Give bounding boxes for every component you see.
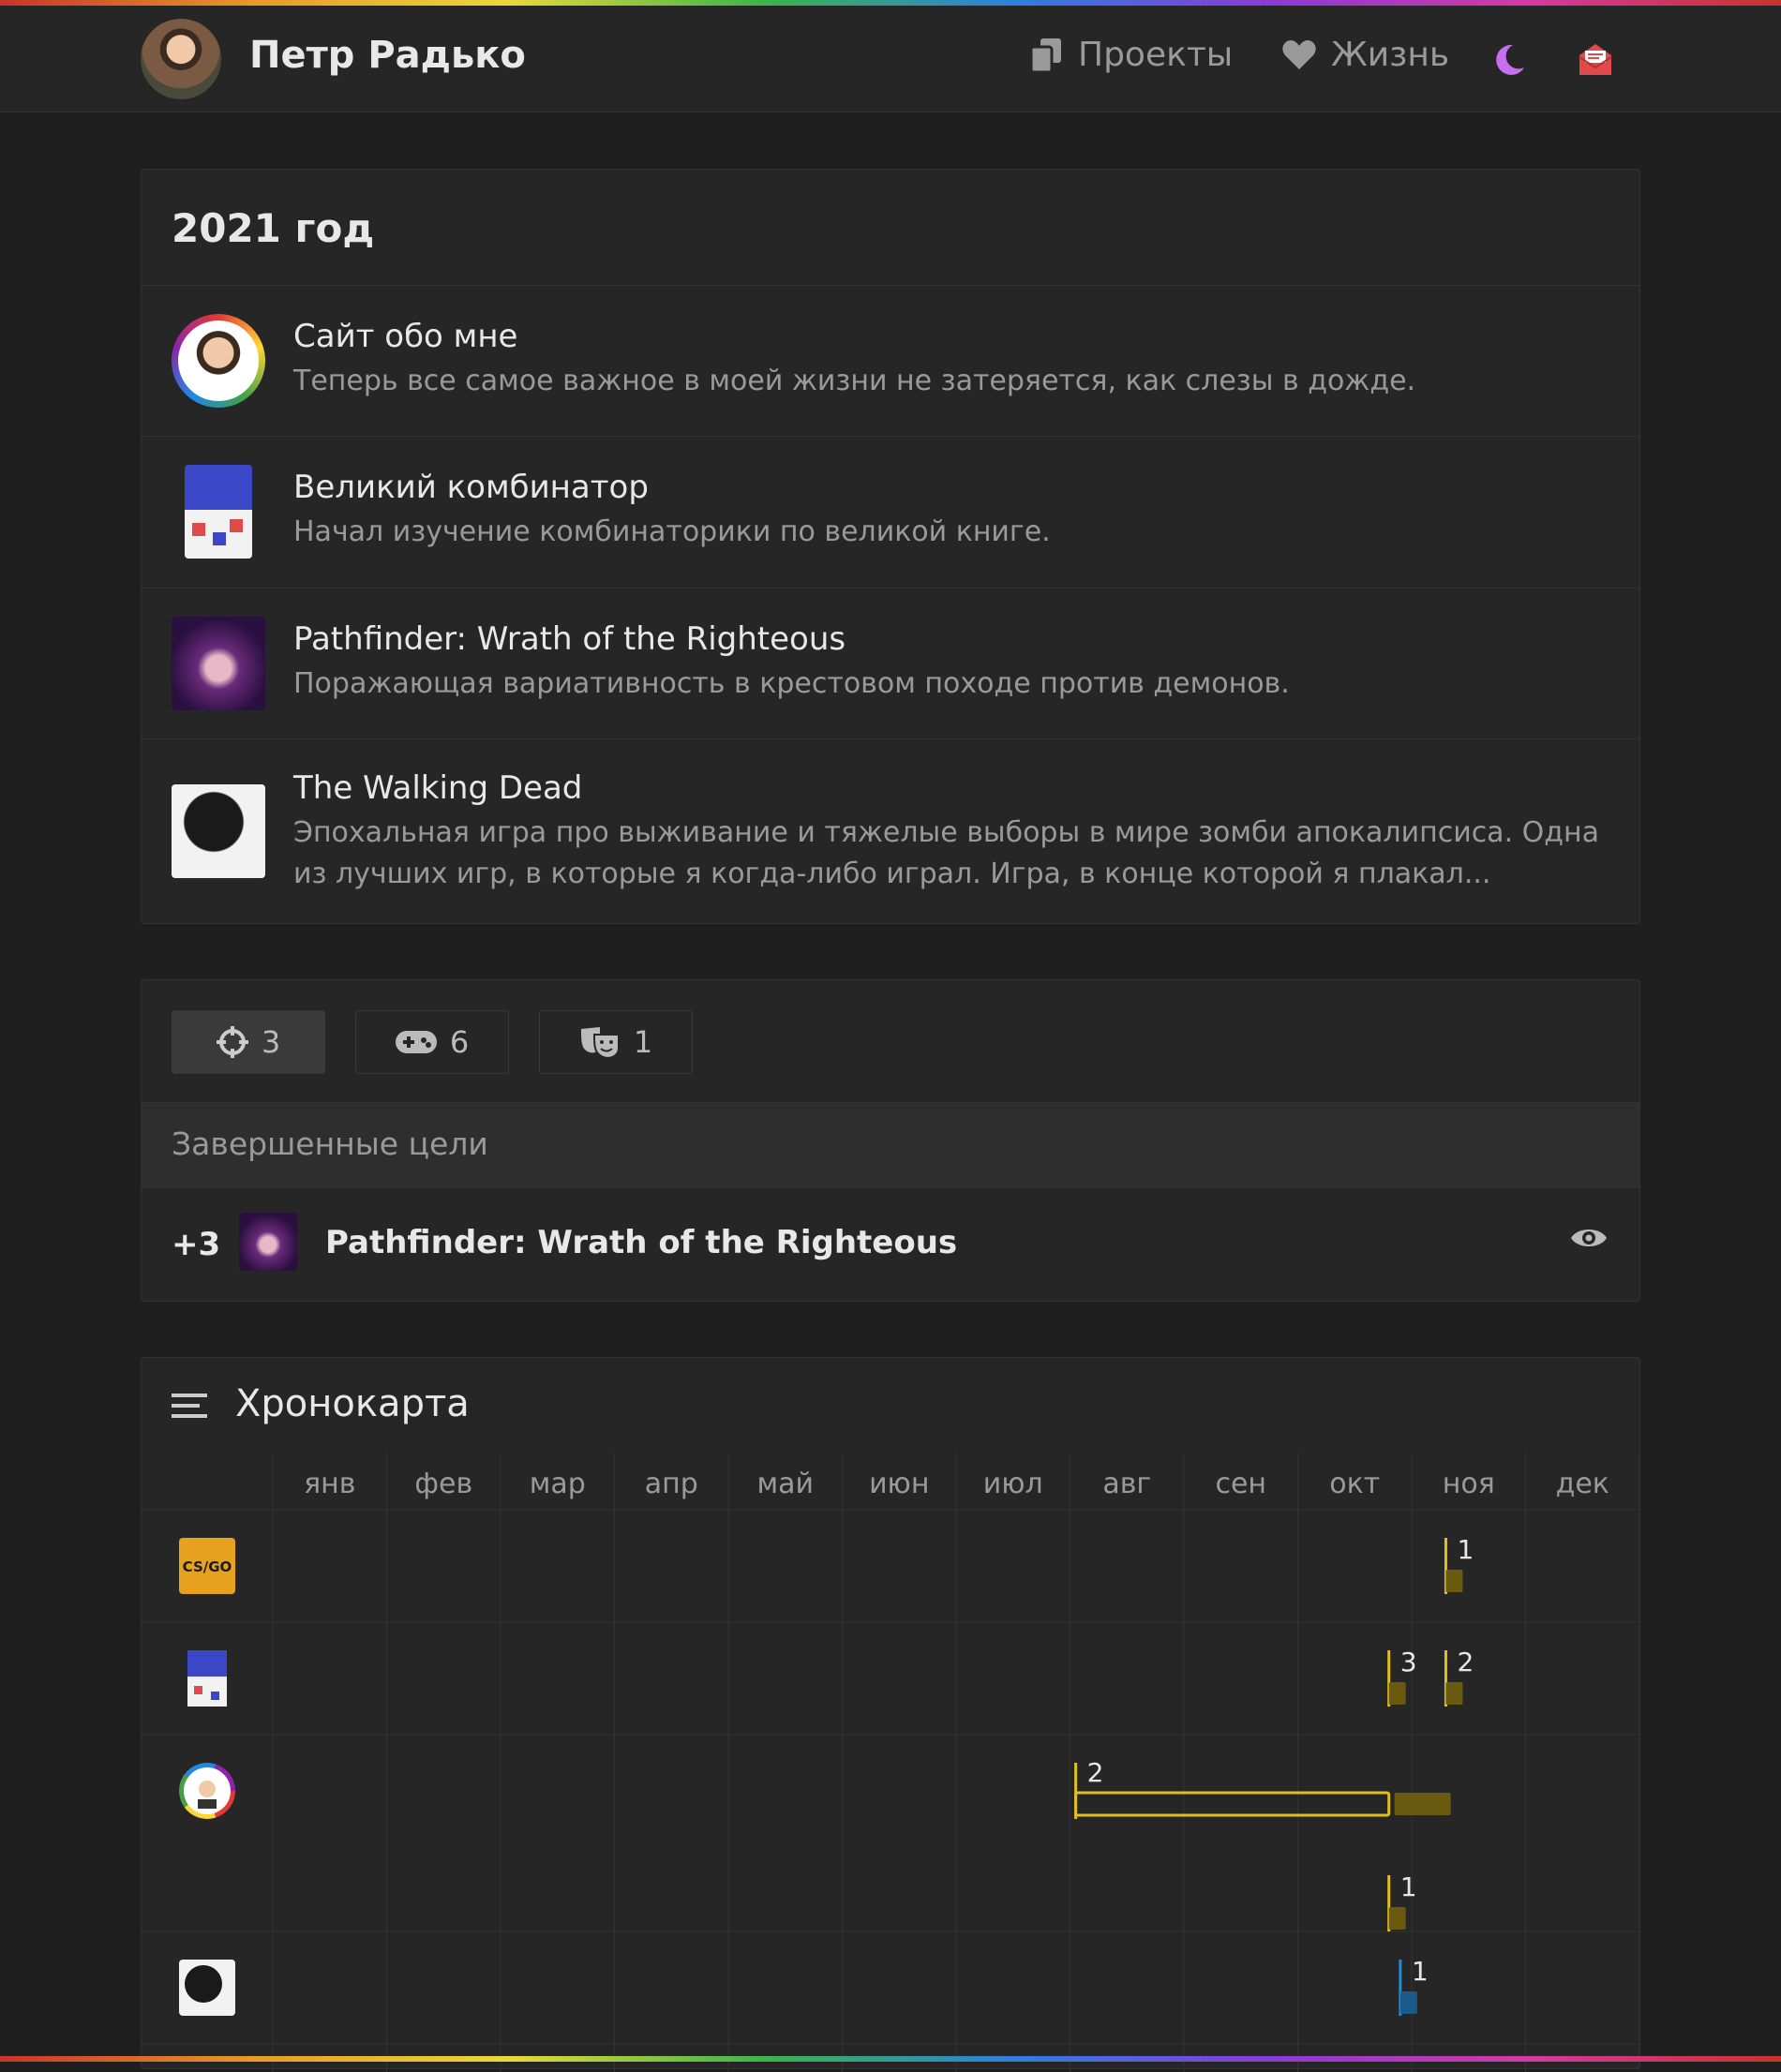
chronomap-panel: Хронокарта янв фев мар апр май июн июл авг сен ок… — [141, 1357, 1640, 2072]
item-desc: Теперь все самое важное в моей жизни не … — [293, 365, 1416, 397]
event-block — [1388, 1907, 1406, 1930]
tab-count: 6 — [449, 1024, 470, 1060]
list-item[interactable]: Сайт обо мне Теперь все самое важное в м… — [142, 285, 1639, 436]
month-label: сен — [1215, 1468, 1266, 1500]
list-item[interactable]: The Walking Dead Эпохальная игра про выж… — [142, 738, 1639, 924]
ring-avatar-shirt — [198, 1799, 217, 1809]
month-label: июн — [869, 1468, 929, 1500]
year-title: 2021 год — [172, 205, 375, 251]
tab-count: 1 — [633, 1024, 653, 1060]
item-title: The Walking Dead — [293, 769, 583, 807]
event-block — [1388, 1682, 1406, 1705]
book-cover-square — [211, 1692, 219, 1700]
item-title: Pathfinder: Wrath of the Righteous — [293, 620, 846, 658]
item-title: Сайт обо мне — [293, 318, 518, 355]
month-label: окт — [1329, 1468, 1380, 1500]
item-desc: Эпохальная игра про выживание и тяжелые … — [293, 816, 1599, 890]
tab-goals[interactable]: 3 — [172, 1010, 325, 1074]
pathfinder-cover — [172, 617, 265, 710]
masks-icon — [580, 1027, 620, 1059]
mark-count: 1 — [1457, 1534, 1474, 1565]
month-label: апр — [645, 1468, 698, 1500]
mark-count: 3 — [1400, 1647, 1417, 1677]
top-bar: Петр Радько Проекты Жизнь — [0, 6, 1781, 112]
mark-count: 1 — [1400, 1871, 1417, 1902]
csgo-logo-text: CS/GO — [183, 1558, 232, 1575]
month-label: май — [756, 1468, 814, 1500]
site-avatar-ring — [172, 314, 265, 408]
mark-count: 1 — [1412, 1956, 1429, 1987]
nav-projects[interactable]: Проекты — [1031, 36, 1233, 74]
mark-count: 2 — [1087, 1757, 1104, 1788]
year-panel: 2021 год Сайт обо мне Теперь все самое в… — [141, 169, 1640, 924]
range-bar — [1074, 1791, 1391, 1817]
menu-icon[interactable] — [172, 1392, 207, 1420]
chronomap-chart: янв фев мар апр май июн июл авг сен окт ноя дек CS/G… — [142, 1453, 1639, 2072]
section-header: Завершенные цели — [142, 1102, 1639, 1188]
bottom-rainbow-stripe — [0, 2056, 1781, 2062]
item-desc: Начал изучение комбинаторики по великой … — [293, 515, 1051, 548]
event-block — [1445, 1570, 1463, 1592]
event-block — [1445, 1682, 1463, 1705]
walking-dead-cover — [172, 784, 265, 878]
section-label: Завершенные цели — [172, 1125, 488, 1162]
goal-title[interactable]: Pathfinder: Wrath of the Righteous — [325, 1224, 957, 1261]
profile-avatar[interactable] — [141, 19, 221, 99]
stats-panel: 3 6 1 Завершенные цели +3 Pathfinder: Wr… — [141, 979, 1640, 1302]
month-label: авг — [1102, 1468, 1151, 1500]
tab-count: 3 — [261, 1024, 281, 1060]
month-label: янв — [304, 1468, 355, 1500]
goal-thumbnail — [239, 1213, 297, 1271]
goal-count: +3 — [172, 1226, 221, 1263]
ring-avatar-face — [199, 1781, 216, 1797]
tab-games[interactable]: 6 — [355, 1010, 509, 1074]
copy-icon — [1031, 37, 1061, 72]
month-label: дек — [1556, 1468, 1609, 1500]
list-item[interactable]: Великий комбинатор Начал изучение комбин… — [142, 436, 1639, 588]
month-label: мар — [530, 1468, 586, 1500]
month-label: июл — [983, 1468, 1043, 1500]
nav-projects-label: Проекты — [1078, 36, 1234, 74]
site-name[interactable]: Петр Радько — [249, 34, 526, 77]
book-cover — [185, 465, 252, 559]
gamepad-icon — [395, 1031, 437, 1053]
book-cover-top — [187, 1650, 227, 1677]
mail-icon[interactable] — [1577, 41, 1614, 79]
list-item[interactable]: Pathfinder: Wrath of the Righteous Пораж… — [142, 588, 1639, 738]
month-label: фев — [414, 1468, 472, 1500]
walking-dead-cover-art — [185, 1965, 222, 2003]
range-extension — [1394, 1793, 1451, 1815]
crosshair-icon — [216, 1026, 248, 1058]
heart-icon — [1282, 39, 1316, 69]
chronomap-title: Хронокарта — [235, 1382, 470, 1425]
eye-icon[interactable] — [1570, 1224, 1608, 1252]
tab-theatre[interactable]: 1 — [539, 1010, 693, 1074]
item-title: Великий комбинатор — [293, 469, 649, 506]
month-label: ноя — [1443, 1468, 1495, 1500]
event-block — [1399, 1991, 1417, 2014]
mark-count: 2 — [1457, 1647, 1474, 1677]
item-desc: Поражающая вариативность в крестовом пох… — [293, 667, 1290, 700]
nav-life-label: Жизнь — [1331, 36, 1450, 74]
nav-life[interactable]: Жизнь — [1282, 36, 1449, 74]
book-cover-square — [194, 1686, 202, 1694]
moon-icon[interactable] — [1490, 41, 1528, 79]
